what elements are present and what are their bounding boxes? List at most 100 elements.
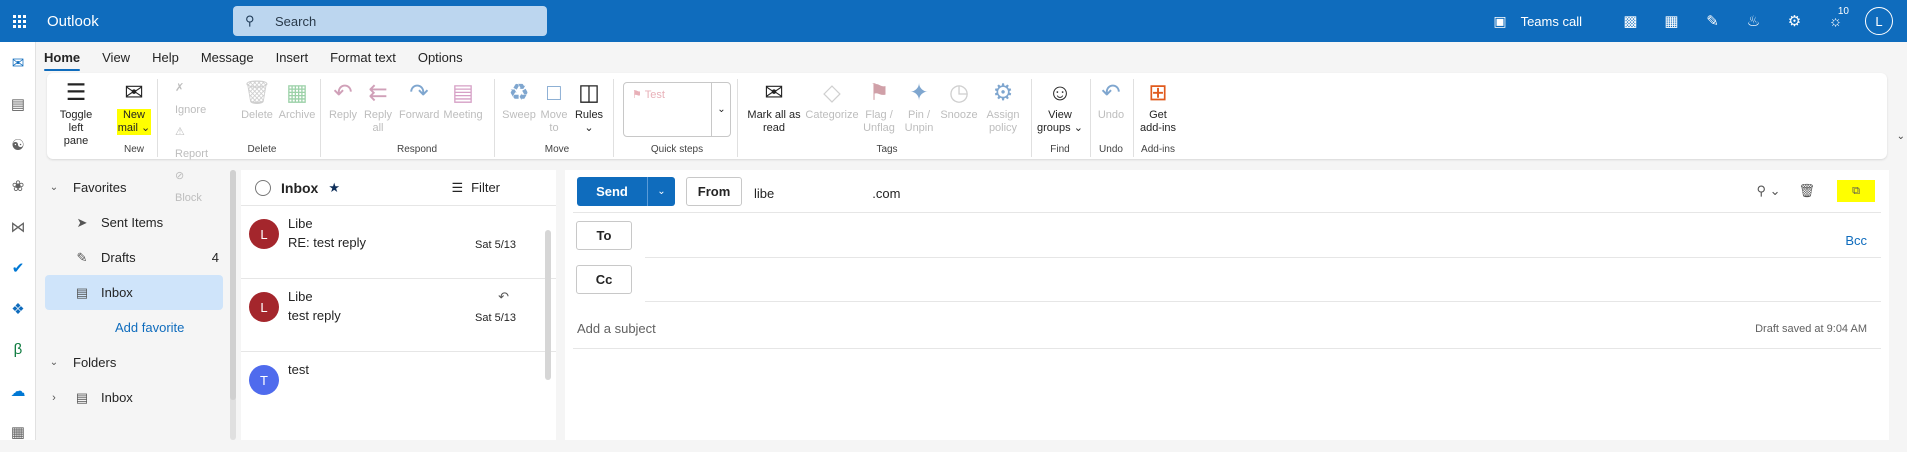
avatar: L bbox=[249, 219, 279, 249]
onedrive-icon[interactable]: ☁ bbox=[0, 370, 36, 411]
snooze-button[interactable]: ◷ Snooze bbox=[939, 77, 979, 122]
bell-icon[interactable]: ♨ bbox=[1733, 0, 1774, 42]
bcc-link[interactable]: Bcc bbox=[1845, 233, 1867, 248]
sidebar-item-sent-items[interactable]: ➤ Sent Items bbox=[45, 205, 235, 240]
quick-step-test[interactable]: ⚑ Test bbox=[632, 88, 665, 101]
filter-icon: ☰ bbox=[451, 179, 464, 195]
discard-trash-icon[interactable]: 🗑 bbox=[1798, 183, 1815, 199]
bookings-icon[interactable]: β bbox=[0, 329, 36, 370]
sidebar-item-folders-inbox[interactable]: › ▤ Inbox bbox=[45, 380, 235, 415]
snooze-label: Snooze bbox=[940, 109, 978, 121]
to-button[interactable]: To bbox=[576, 221, 632, 250]
tab-options[interactable]: Options bbox=[418, 50, 463, 67]
chat-icon[interactable]: ▩ bbox=[1610, 0, 1651, 42]
toggle-left-pane-button[interactable]: ☰ Toggle left pane bbox=[51, 77, 101, 148]
sidebar-item-inbox[interactable]: ▤ Inbox bbox=[45, 275, 223, 310]
mark-all-read-label-2: read bbox=[762, 122, 786, 134]
scrollbar-thumb[interactable] bbox=[230, 170, 236, 400]
ignore-button[interactable]: ✗ Ignore bbox=[175, 77, 208, 121]
tab-view[interactable]: View bbox=[102, 50, 130, 67]
mark-all-read-button[interactable]: ✉ Mark all as read bbox=[744, 77, 804, 135]
message-subject: RE: test reply bbox=[288, 235, 367, 250]
reply-button[interactable]: ↶ Reply bbox=[327, 77, 359, 122]
subject-input[interactable]: Add a subject bbox=[577, 321, 656, 336]
message-list-header: Inbox ★ ☰ Filter bbox=[241, 170, 556, 206]
paperclip-icon[interactable]: ⋈ bbox=[0, 206, 36, 247]
get-addins-button[interactable]: ⊞ Get add-ins bbox=[1137, 77, 1179, 135]
rules-button[interactable]: ◫ Rules ⌄ bbox=[572, 77, 606, 135]
app-launcher-button[interactable] bbox=[1, 0, 37, 42]
message-list: Inbox ★ ☰ Filter L Libe RE: test reply Sa… bbox=[241, 170, 556, 440]
top-bar: Outlook ⚲ Search ▣ Teams call ▩ ▦ ✎ ♨ ⚙ … bbox=[0, 0, 1907, 42]
gear-icon[interactable]: ⚙ bbox=[1774, 0, 1815, 42]
list-item[interactable]: L Libe RE: test reply Sat 5/13 bbox=[241, 206, 556, 279]
assign-policy-button[interactable]: ⚙ Assign policy bbox=[981, 77, 1025, 135]
tab-message[interactable]: Message bbox=[201, 50, 254, 67]
sidebar-item-drafts[interactable]: ✎ Drafts 4 bbox=[45, 240, 235, 275]
view-groups-label-1: View bbox=[1048, 109, 1072, 121]
sweep-button[interactable]: ♻ Sweep bbox=[501, 77, 537, 122]
avatar: L bbox=[249, 292, 279, 322]
star-icon[interactable]: ★ bbox=[328, 180, 340, 196]
favorites-header[interactable]: ⌄ Favorites bbox=[45, 170, 235, 205]
tab-home[interactable]: Home bbox=[44, 50, 81, 71]
quick-steps-gallery[interactable]: ⚑ Test ⌄ bbox=[623, 82, 731, 137]
search-box[interactable]: ⚲ Search bbox=[233, 6, 547, 36]
report-button[interactable]: ⚠ Report bbox=[175, 121, 208, 165]
my-day-icon[interactable]: ▦ bbox=[1651, 0, 1692, 42]
list-item[interactable]: T test bbox=[241, 352, 556, 425]
folders-header[interactable]: ⌄ Folders bbox=[45, 345, 235, 380]
view-groups-button[interactable]: ☺ View groups ⌄ bbox=[1037, 77, 1083, 135]
addins-icon: ⊞ bbox=[1148, 79, 1168, 105]
forward-button[interactable]: ↷ Forward bbox=[399, 77, 439, 122]
flag-button[interactable]: ⚑ Flag / Unflag bbox=[859, 77, 899, 135]
select-all-checkbox[interactable] bbox=[255, 179, 271, 196]
people-icon[interactable]: ☯ bbox=[0, 124, 36, 165]
ribbon-expand-icon[interactable]: ⌄ bbox=[1897, 131, 1905, 142]
todo-icon[interactable]: ✔ bbox=[0, 247, 36, 288]
hamburger-icon: ☰ bbox=[65, 79, 87, 105]
open-envelope-icon: ✉ bbox=[764, 79, 784, 105]
more-apps-icon[interactable]: ▦ bbox=[0, 411, 36, 452]
message-list-scrollbar[interactable] bbox=[545, 230, 551, 380]
filter-button[interactable]: ☰ Filter bbox=[451, 180, 500, 196]
categorize-button[interactable]: ◇ Categorize bbox=[805, 77, 859, 122]
new-mail-button[interactable]: ✉ New mail ⌄ bbox=[117, 77, 151, 135]
tab-insert[interactable]: Insert bbox=[276, 50, 309, 67]
waffle-icon bbox=[12, 14, 26, 28]
cc-button[interactable]: Cc bbox=[576, 265, 632, 294]
tab-format-text[interactable]: Format text bbox=[330, 50, 396, 67]
pop-out-icon[interactable]: ⧉ bbox=[1837, 180, 1875, 202]
microsoft365-icon[interactable]: ❖ bbox=[0, 288, 36, 329]
tab-help[interactable]: Help bbox=[152, 50, 179, 67]
lightbulb-icon[interactable]: ☼ 10 bbox=[1815, 0, 1856, 42]
add-favorite-link[interactable]: Add favorite bbox=[45, 310, 235, 345]
list-item[interactable]: L Libe test reply ↶ Sat 5/13 bbox=[241, 279, 556, 352]
reply-all-button[interactable]: ⇇ Reply all bbox=[362, 77, 394, 135]
mail-icon[interactable]: ✉ bbox=[0, 42, 36, 83]
inbox-icon: ▤ bbox=[75, 284, 89, 300]
pencil-icon: ✎ bbox=[76, 249, 88, 265]
people-group-icon: ☺ bbox=[1048, 79, 1072, 105]
compose-note-icon[interactable]: ✎ bbox=[1692, 0, 1733, 42]
draft-status: Draft saved at 9:04 AM bbox=[1755, 323, 1867, 335]
policy-icon: ⚙ bbox=[992, 79, 1014, 105]
app-title[interactable]: Outlook bbox=[47, 13, 233, 30]
archive-button[interactable]: ▦ Archive bbox=[277, 77, 317, 122]
meeting-button[interactable]: ▤ Meeting bbox=[441, 77, 485, 122]
teams-call-button[interactable]: ▣ Teams call bbox=[1493, 13, 1582, 30]
pin-button[interactable]: ✦ Pin / Unpin bbox=[901, 77, 937, 135]
folder-pane-scrollbar[interactable] bbox=[230, 170, 236, 440]
from-button[interactable]: From bbox=[686, 177, 742, 206]
move-to-button[interactable]: □ Move to bbox=[539, 77, 569, 135]
delete-button[interactable]: 🗑 Delete bbox=[237, 77, 277, 122]
send-button[interactable]: Send bbox=[577, 177, 647, 206]
send-options-chevron-icon[interactable]: ⌄ bbox=[647, 177, 675, 206]
zoom-icon[interactable]: ⚲ ⌄ bbox=[1756, 183, 1780, 199]
chevron-down-icon[interactable]: ⌄ bbox=[711, 83, 731, 136]
drafts-label: Drafts bbox=[101, 250, 136, 265]
groups-icon[interactable]: ❀ bbox=[0, 165, 36, 206]
calendar-icon[interactable]: ▤ bbox=[0, 83, 36, 124]
account-avatar[interactable]: L bbox=[1865, 7, 1893, 35]
undo-button[interactable]: ↶ Undo bbox=[1095, 77, 1127, 122]
